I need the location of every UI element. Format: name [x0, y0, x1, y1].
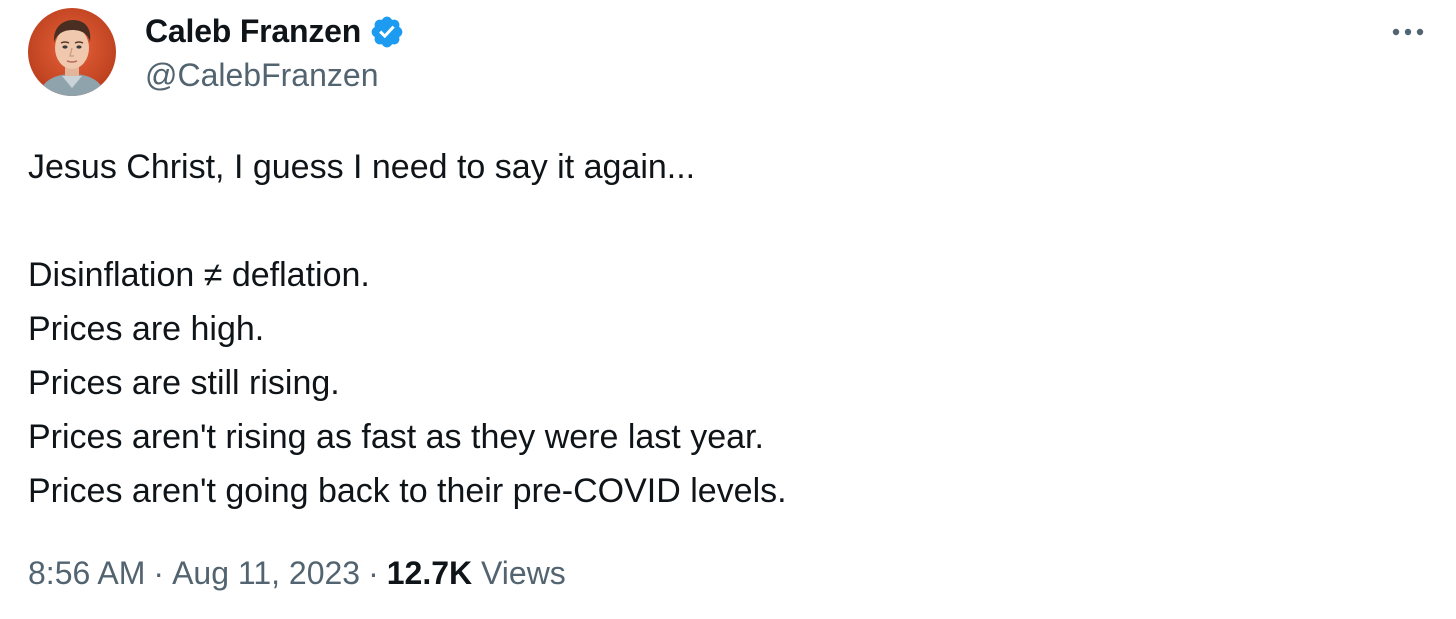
views-label: Views — [481, 555, 566, 591]
author-name-row: Caleb Franzen — [145, 10, 405, 52]
views-count: 12.7K — [386, 555, 473, 591]
tweet-line: Prices are high. — [28, 310, 265, 348]
meta-separator: · — [153, 555, 165, 591]
tweet-date[interactable]: Aug 11, 2023 — [172, 555, 360, 591]
tweet-time[interactable]: 8:56 AM — [28, 555, 145, 591]
tweet-metadata: 8:56 AM · Aug 11, 2023 · 12.7K Views — [28, 550, 566, 596]
tweet-text: Jesus Christ, I guess I need to say it a… — [28, 140, 1408, 518]
tweet-line: Prices aren't going back to their pre-CO… — [28, 472, 787, 510]
author-handle[interactable]: @CalebFranzen — [145, 56, 378, 94]
more-horizontal-icon — [1392, 28, 1424, 36]
meta-separator: · — [368, 555, 379, 591]
tweet-card: Caleb Franzen @CalebFranzen Jesus Christ… — [0, 0, 1456, 619]
tweet-line: Prices aren't rising as fast as they wer… — [28, 418, 764, 456]
tweet-line: Prices are still rising. — [28, 364, 340, 402]
tweet-line: Jesus Christ, I guess I need to say it a… — [28, 148, 696, 186]
tweet-line: Disinflation ≠ deflation. — [28, 256, 370, 294]
author-avatar[interactable] — [28, 8, 116, 96]
author-display-name[interactable]: Caleb Franzen — [145, 10, 361, 52]
avatar-photo — [28, 8, 116, 96]
more-options-button[interactable] — [1386, 14, 1430, 50]
views-link[interactable]: 12.7K Views — [387, 555, 566, 591]
verified-badge-icon[interactable] — [369, 14, 405, 50]
